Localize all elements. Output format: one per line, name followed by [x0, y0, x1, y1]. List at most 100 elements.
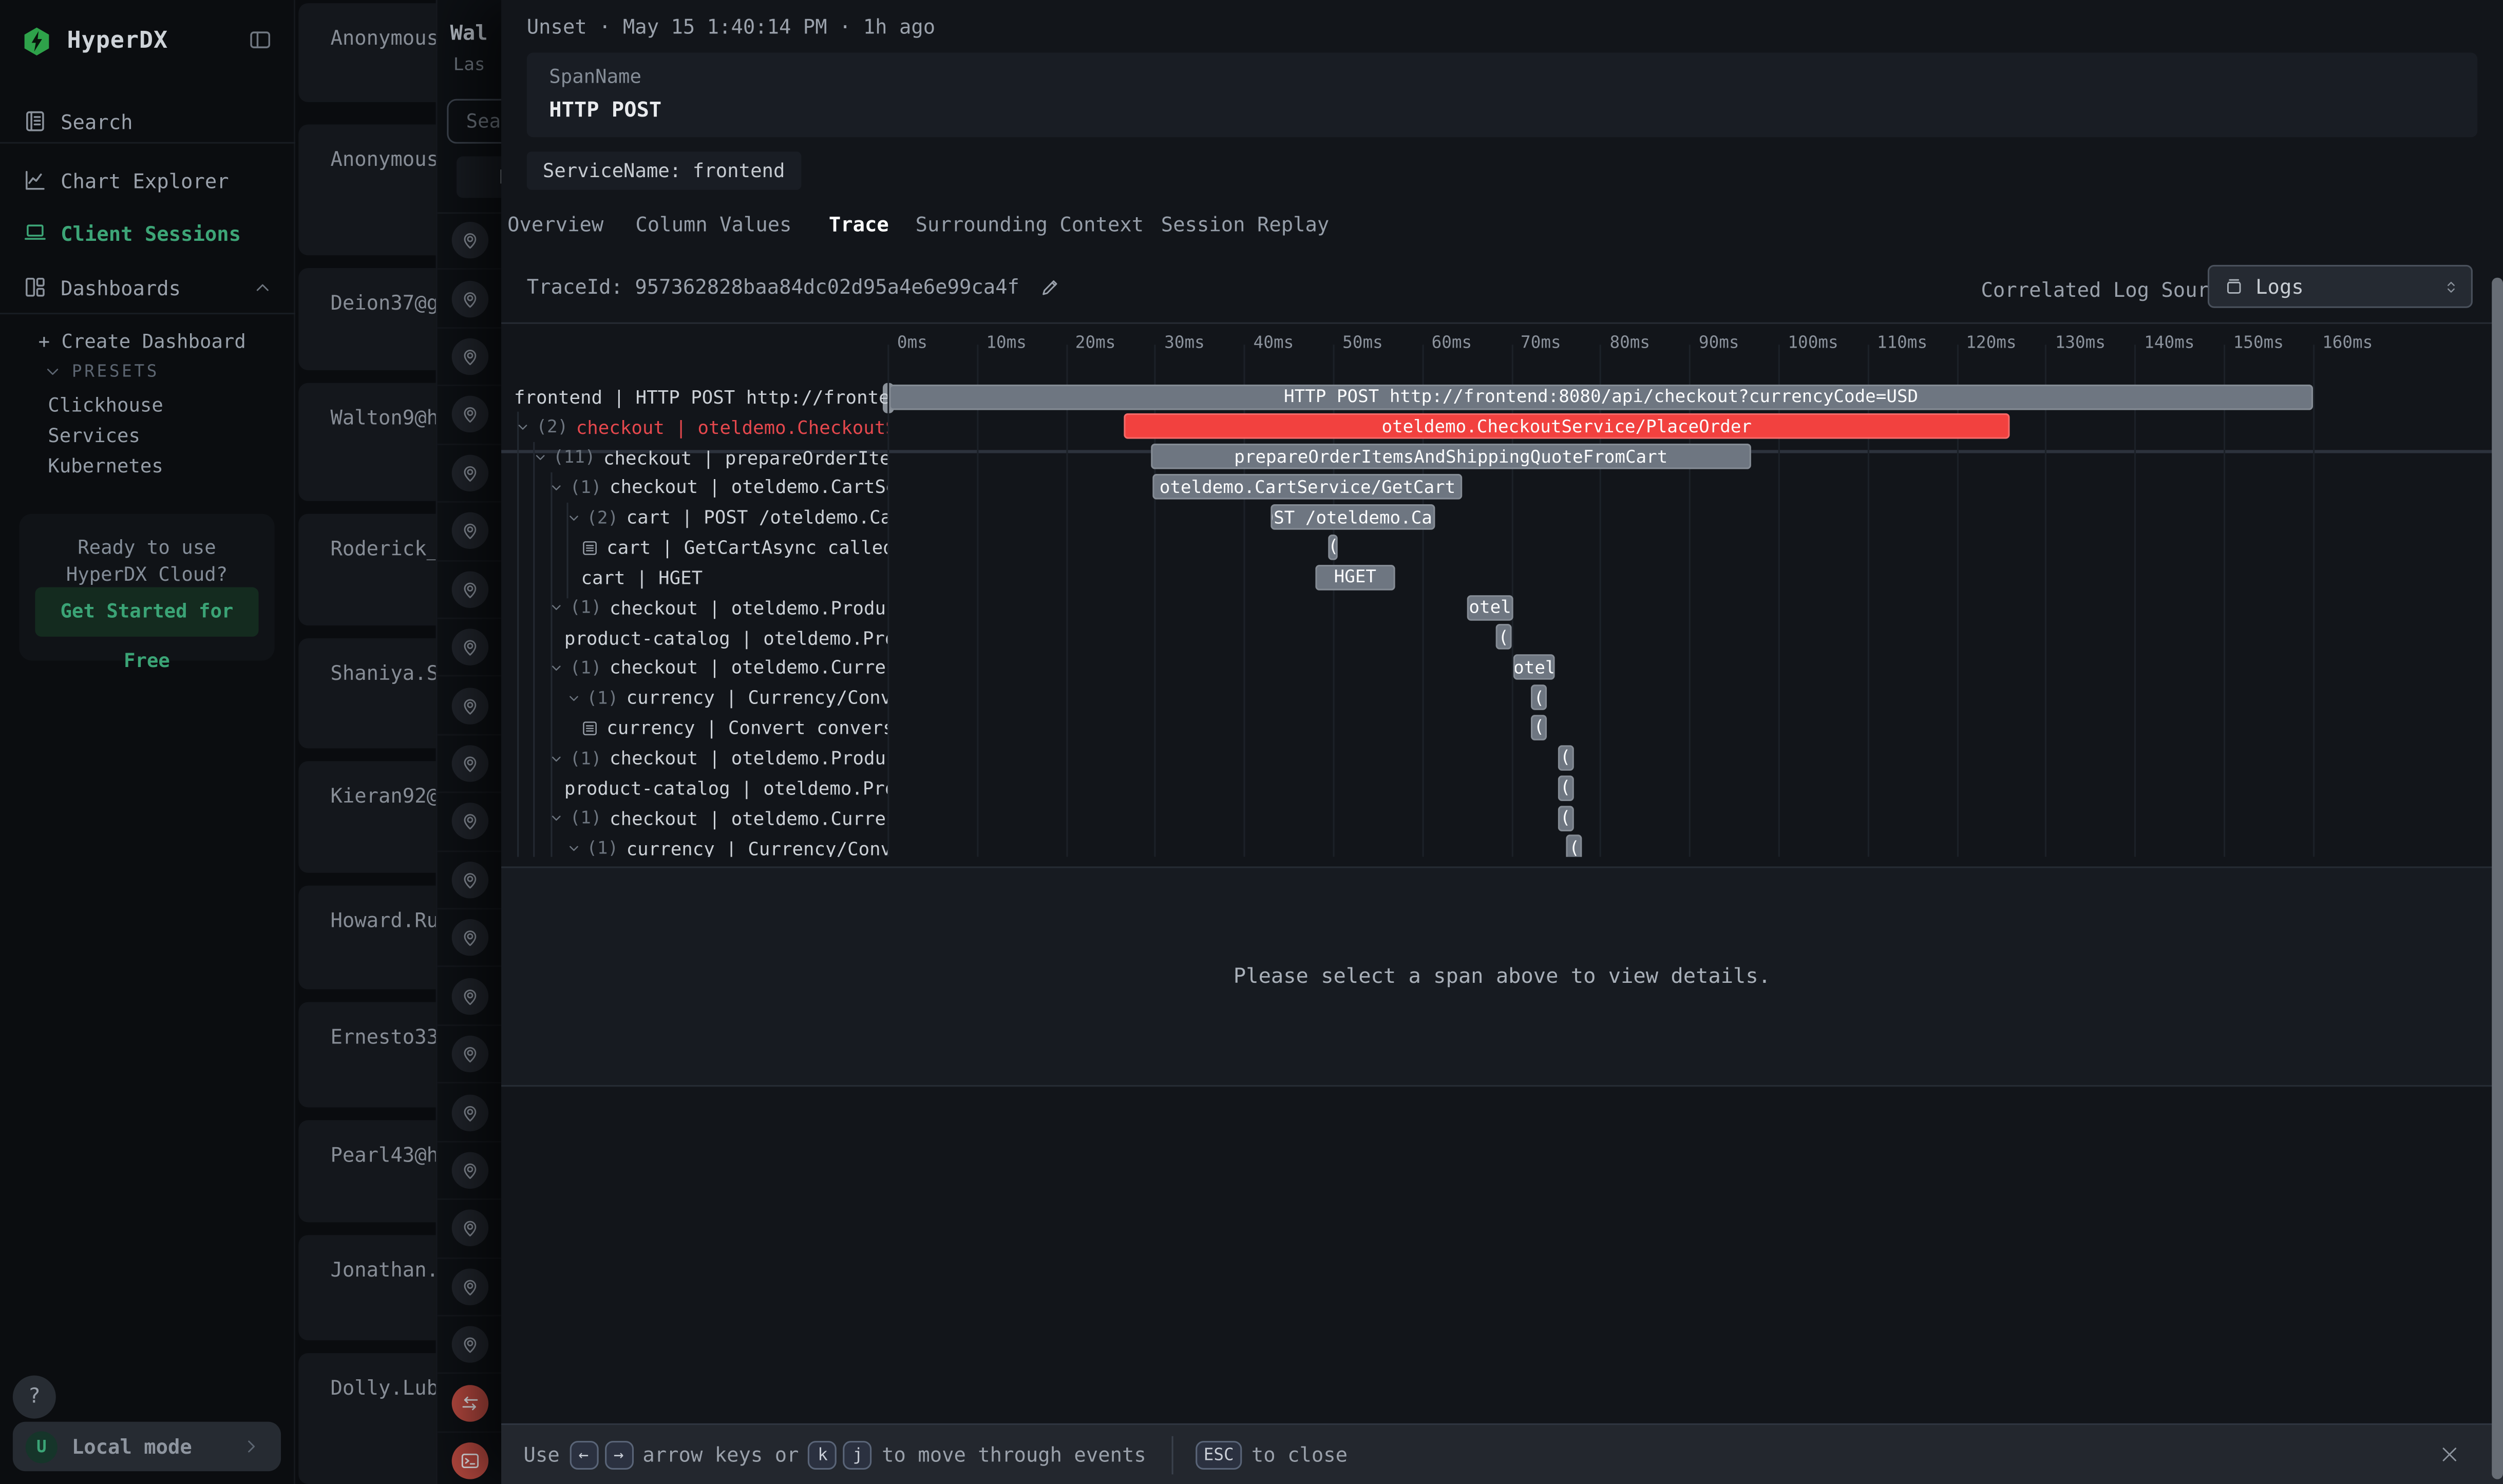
- span-tree-row[interactable]: frontend | HTTP POST http://frontend:…: [501, 382, 887, 412]
- span-bar[interactable]: (: [1558, 745, 1573, 771]
- span-tree-row[interactable]: (1)checkout | oteldemo.CurrencySe…: [501, 803, 887, 833]
- event-row[interactable]: [438, 1258, 501, 1316]
- span-tree-row[interactable]: currency | Convert convers…: [501, 713, 887, 743]
- event-row[interactable]: [438, 619, 501, 677]
- logo[interactable]: HyperDX: [21, 24, 276, 59]
- events-search-input[interactable]: [447, 99, 501, 144]
- session-card[interactable]: Deion37@gm: [298, 268, 435, 370]
- span-bar[interactable]: (: [1496, 624, 1511, 650]
- event-row[interactable]: [438, 1317, 501, 1375]
- span-bar[interactable]: (: [1566, 835, 1582, 857]
- event-row[interactable]: [438, 677, 501, 735]
- preset-item-services[interactable]: Services: [48, 425, 140, 447]
- span-tree-row[interactable]: (1)checkout | oteldemo.ProductCat…: [501, 743, 887, 773]
- session-card[interactable]: Jonathan.B: [298, 1235, 435, 1340]
- event-row[interactable]: [438, 1375, 501, 1433]
- session-card[interactable]: Walton9@ho: [298, 383, 435, 501]
- session-card[interactable]: Kieran92@h: [298, 761, 435, 873]
- tab-overview[interactable]: Overview: [507, 212, 603, 236]
- event-row[interactable]: [438, 851, 501, 909]
- session-card[interactable]: Ernesto33@: [298, 1002, 435, 1108]
- span-tree-row[interactable]: product-catalog | oteldemo.Prod…: [501, 773, 887, 803]
- span-bar[interactable]: otel: [1467, 595, 1514, 620]
- session-card[interactable]: Roderick_S: [298, 514, 435, 626]
- event-row[interactable]: [438, 503, 501, 561]
- span-tree-row[interactable]: (2)checkout | oteldemo.CheckoutServic…: [501, 412, 887, 443]
- span-tree-row[interactable]: (1)checkout | oteldemo.ProductCat…: [501, 593, 887, 623]
- event-row[interactable]: [438, 270, 501, 328]
- preset-item-clickhouse[interactable]: Clickhouse: [48, 394, 163, 417]
- create-dashboard-button[interactable]: + Create Dashboard: [39, 330, 246, 353]
- span-bar[interactable]: (: [1531, 715, 1546, 740]
- span-tree-row[interactable]: (1)currency | Currency/Convert: [501, 683, 887, 713]
- span-bar[interactable]: POST /oteldemo.Cart: [1271, 504, 1435, 530]
- edit-pencil-icon[interactable]: [1038, 275, 1061, 298]
- event-row[interactable]: [438, 1084, 501, 1142]
- local-mode-menu[interactable]: U Local mode: [13, 1422, 281, 1471]
- span-bar[interactable]: (: [1558, 805, 1573, 831]
- span-bar[interactable]: oteldemo.CheckoutService/PlaceOrder: [1124, 414, 2010, 440]
- event-row[interactable]: [438, 909, 501, 967]
- chevron-down-icon[interactable]: [564, 508, 582, 526]
- session-card[interactable]: Anonymous: [298, 124, 435, 255]
- span-tree-row[interactable]: (2)cart | POST /oteldemo.CartSe…: [501, 502, 887, 532]
- session-card[interactable]: Anonymous: [298, 3, 435, 102]
- sidebar-item-client-sessions[interactable]: Client Sessions: [0, 211, 295, 255]
- log-source-select[interactable]: Logs: [2208, 265, 2473, 308]
- presets-header[interactable]: PRESETS: [43, 362, 159, 381]
- chevron-down-icon[interactable]: [547, 749, 565, 767]
- span-bar[interactable]: oteldemo.CartService/GetCart: [1153, 474, 1462, 500]
- event-row[interactable]: [438, 793, 501, 851]
- chevron-down-icon[interactable]: [547, 809, 565, 827]
- event-row[interactable]: [438, 1142, 501, 1200]
- event-row[interactable]: [438, 561, 501, 619]
- tab-column-values[interactable]: Column Values: [635, 212, 791, 236]
- span-tree-row[interactable]: product-catalog | oteldemo.Prod…: [501, 623, 887, 653]
- span-bar[interactable]: (: [1558, 775, 1573, 801]
- chevron-down-icon[interactable]: [547, 659, 565, 676]
- chevron-down-icon[interactable]: [564, 689, 582, 707]
- panel-scrollbar-thumb[interactable]: [2492, 278, 2502, 1479]
- events-filter-button[interactable]: H: [457, 157, 501, 198]
- chevron-down-icon[interactable]: [547, 479, 565, 496]
- span-bar[interactable]: otel: [1514, 655, 1556, 680]
- sidebar-item-dashboards[interactable]: Dashboards: [0, 265, 295, 310]
- chevron-down-icon[interactable]: [531, 448, 548, 466]
- sidebar-item-chart-explorer[interactable]: Chart Explorer: [0, 158, 295, 203]
- event-row[interactable]: [438, 735, 501, 793]
- span-bar[interactable]: HGET: [1315, 564, 1395, 590]
- event-row[interactable]: [438, 1200, 501, 1258]
- span-bar[interactable]: prepareOrderItemsAndShippingQuoteFromCar…: [1150, 444, 1752, 470]
- span-bar[interactable]: (: [1329, 535, 1338, 560]
- service-name-badge[interactable]: ServiceName: frontend: [527, 151, 801, 190]
- event-row[interactable]: [438, 1026, 501, 1084]
- get-started-button[interactable]: Get Started for Free: [35, 587, 258, 637]
- tab-surrounding-context[interactable]: Surrounding Context: [916, 212, 1144, 236]
- sidebar-collapse-icon[interactable]: [248, 27, 273, 53]
- preset-item-kubernetes[interactable]: Kubernetes: [48, 455, 163, 478]
- event-row[interactable]: [438, 212, 501, 270]
- span-tree-row[interactable]: (1)checkout | oteldemo.CurrencySe…: [501, 653, 887, 683]
- chevron-down-icon[interactable]: [547, 599, 565, 616]
- session-card[interactable]: Pearl43@ho: [298, 1120, 435, 1222]
- event-row[interactable]: [438, 968, 501, 1026]
- session-card[interactable]: Howard.Run: [298, 886, 435, 990]
- event-row[interactable]: [438, 445, 501, 503]
- chevron-down-icon[interactable]: [564, 840, 582, 857]
- span-tree-row[interactable]: (1)checkout | oteldemo.CartServic…: [501, 472, 887, 503]
- span-bar[interactable]: HTTP POST http://frontend:8080/api/check…: [889, 384, 2313, 410]
- chevron-down-icon[interactable]: [514, 418, 532, 436]
- session-card[interactable]: Shaniya.Sc: [298, 638, 435, 748]
- close-panel-button[interactable]: [2430, 1435, 2468, 1473]
- event-row[interactable]: [438, 1433, 501, 1484]
- span-tree-row[interactable]: cart | GetCartAsync called…: [501, 532, 887, 563]
- span-tree-row[interactable]: cart | HGET: [501, 562, 887, 593]
- help-button[interactable]: ?: [13, 1376, 56, 1419]
- session-card[interactable]: Dolly.Lub: [298, 1353, 435, 1484]
- span-tree-row[interactable]: (1)currency | Currency/Convert: [501, 833, 887, 857]
- tab-trace[interactable]: Trace: [829, 212, 889, 236]
- sidebar-item-search[interactable]: Search: [0, 99, 295, 144]
- span-bar[interactable]: (: [1531, 684, 1546, 710]
- tab-session-replay[interactable]: Session Replay: [1161, 212, 1329, 236]
- event-row[interactable]: [438, 387, 501, 445]
